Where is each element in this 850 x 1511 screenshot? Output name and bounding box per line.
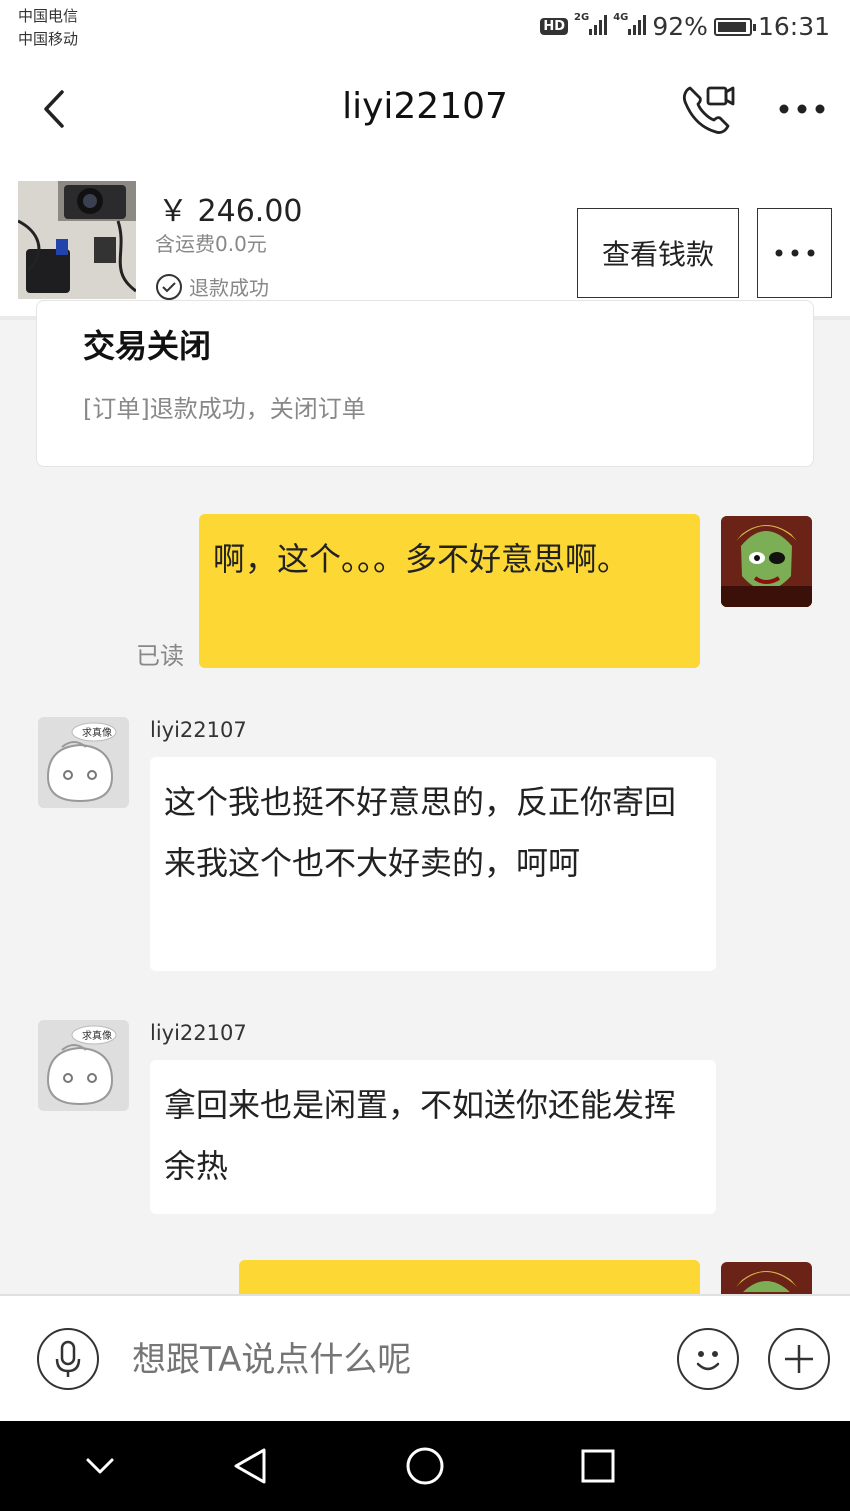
my-avatar-partial[interactable] [721,1262,812,1294]
order-card-title: 交易关闭 [83,327,212,365]
message-input[interactable] [130,1324,654,1396]
chat-header: liyi22107 [0,58,850,166]
product-more-button[interactable] [757,208,832,298]
triangle-back-icon [234,1448,266,1484]
shipping-fee: 含运费0.0元 [155,232,267,256]
product-thumbnail[interactable] [18,181,136,299]
my-message-bubble-partial[interactable] [239,1260,700,1294]
status-indicators: HD 2G 4G 92% 16:31 [540,12,830,41]
camera-photo [18,181,136,299]
clock: 16:31 [757,12,830,41]
battery-percent: 92% [652,12,708,41]
microphone-icon [55,1340,81,1377]
voice-button[interactable] [37,1328,99,1390]
avatar-badge-text: 求真像 [82,728,112,739]
other-message-bubble[interactable]: 拿回来也是闲置，不如送你还能发挥余热 [150,1060,716,1214]
carrier-1: 中国电信 [18,7,79,25]
phone-video-icon [682,86,735,134]
product-bar: ￥ 246.00 含运费0.0元 退款成功 查看钱款 [0,166,850,320]
status-bar: 中国电信 中国移动 HD 2G 4G 92% 16:31 [0,0,850,58]
nav-back-button[interactable] [230,1446,270,1486]
signal-icon [628,13,647,35]
read-receipt: 已读 [136,642,184,670]
order-card-desc: [订单]退款成功，关闭订单 [83,395,366,423]
chevron-down-icon [86,1458,114,1474]
more-dots-icon [775,249,814,257]
carrier-2: 中国移动 [18,30,79,48]
sender-name: liyi22107 [150,1021,247,1045]
circle-home-icon [406,1447,444,1485]
other-avatar[interactable]: 求真像 [38,717,129,808]
signal-icon [589,13,608,35]
signal-1: 2G [574,12,608,41]
smiley-icon [696,1351,720,1371]
order-card[interactable]: 交易关闭 [订单]退款成功，关闭订单 [36,300,814,467]
refund-status: 退款成功 [155,272,269,301]
other-avatar[interactable]: 求真像 [38,1020,129,1111]
system-nav-bar [0,1421,850,1511]
emoji-button[interactable] [677,1328,739,1390]
signal-2: 4G [613,12,647,41]
other-message-bubble[interactable]: 这个我也挺不好意思的，反正你寄回来我这个也不大好卖的，呵呵 [150,757,716,971]
input-bar [0,1294,850,1423]
nav-home-button[interactable] [405,1446,445,1486]
my-avatar[interactable] [721,516,812,607]
view-money-button[interactable]: 查看钱款 [577,208,739,298]
plus-icon [785,1345,813,1373]
nav-recents-button[interactable] [578,1446,618,1486]
opera-mask-avatar [736,1271,797,1292]
opera-mask-avatar [721,516,812,607]
add-button[interactable] [768,1328,830,1390]
square-recents-icon [581,1449,615,1483]
hide-keyboard-button[interactable] [80,1446,120,1486]
product-price: ￥ 246.00 [158,194,303,229]
battery-icon [713,17,756,36]
avatar-badge-text: 求真像 [82,1031,112,1042]
more-dots-icon [779,104,825,114]
call-button[interactable] [678,80,738,140]
hd-badge: HD [540,18,569,35]
my-message-bubble[interactable]: 啊，这个。。。多不好意思啊。 [199,514,700,668]
check-circle-icon [156,273,182,300]
more-button[interactable] [776,94,828,124]
sender-name: liyi22107 [150,718,247,742]
refund-status-label: 退款成功 [189,276,269,300]
